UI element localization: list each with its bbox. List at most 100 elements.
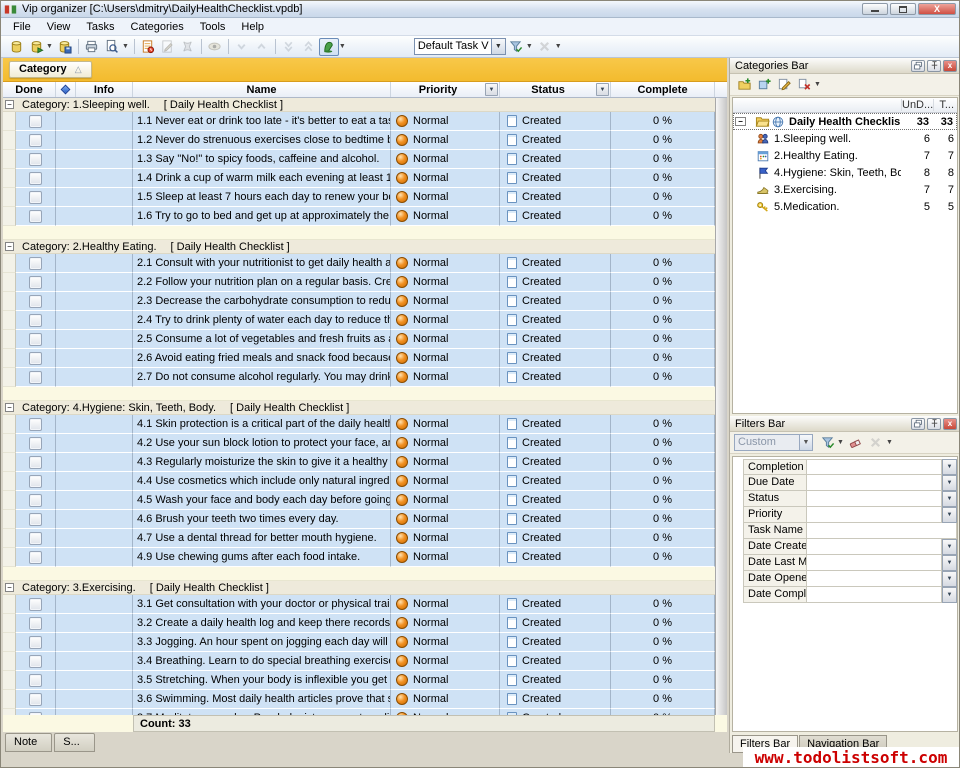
collapse-group-icon[interactable]: − — [5, 100, 14, 109]
add-category-button[interactable] — [754, 76, 774, 94]
task-checkbox[interactable] — [29, 295, 42, 308]
task-row[interactable]: 1.5 Sleep at least 7 hours each day to r… — [3, 188, 727, 207]
filter-value[interactable] — [807, 475, 942, 491]
column-header-priority-flag[interactable] — [56, 82, 76, 97]
task-checkbox[interactable] — [29, 371, 42, 384]
tree-item-3-exercising-[interactable]: 3.Exercising.77 — [733, 181, 957, 198]
close-button[interactable]: X — [918, 3, 956, 15]
task-row[interactable]: 4.7 Use a dental thread for better mouth… — [3, 529, 727, 548]
menu-view[interactable]: View — [39, 19, 79, 35]
filter-apply-dropdown-icon[interactable]: ▼ — [526, 43, 533, 50]
group-by-category-chip[interactable]: Category △ — [9, 61, 92, 78]
menu-help[interactable]: Help — [233, 19, 272, 35]
collapse-group-icon[interactable]: − — [5, 403, 14, 412]
save-database-button[interactable] — [55, 38, 75, 56]
column-header-complete[interactable]: Complete — [611, 82, 715, 97]
task-view-dropdown[interactable]: ▼ — [492, 38, 506, 55]
column-header-status[interactable]: Status▼ — [500, 82, 611, 97]
column-header-undone[interactable]: UnD... — [901, 99, 933, 111]
task-checkbox[interactable] — [29, 532, 42, 545]
panel-restore-button[interactable] — [911, 60, 925, 72]
collapse-group-icon[interactable]: − — [5, 583, 14, 592]
filter-value[interactable] — [807, 555, 942, 571]
panel-pin-button[interactable] — [927, 418, 941, 430]
panel-close-button[interactable]: x — [943, 418, 957, 430]
add-list-button[interactable] — [734, 76, 754, 94]
task-checkbox[interactable] — [29, 617, 42, 630]
filter-dropdown-button[interactable]: ▼ — [942, 587, 957, 603]
task-row[interactable]: 4.1 Skin protection is a critical part o… — [3, 415, 727, 434]
task-checkbox[interactable] — [29, 314, 42, 327]
task-checkbox[interactable] — [29, 456, 42, 469]
task-row[interactable]: 3.5 Stretching. When your body is inflex… — [3, 671, 727, 690]
task-row[interactable]: 1.4 Drink a cup of warm milk each evenin… — [3, 169, 727, 188]
task-row[interactable]: 3.1 Get consultation with your doctor or… — [3, 595, 727, 614]
collapse-tree-icon[interactable]: − — [735, 117, 746, 126]
task-checkbox[interactable] — [29, 153, 42, 166]
menu-tasks[interactable]: Tasks — [78, 19, 122, 35]
task-row[interactable]: 4.2 Use your sun block lotion to protect… — [3, 434, 727, 453]
column-header-info[interactable]: Info — [76, 82, 133, 97]
filter-value[interactable] — [807, 459, 942, 475]
panel-pin-button[interactable] — [927, 60, 941, 72]
task-row[interactable]: 1.1 Never eat or drink too late - it's b… — [3, 112, 727, 131]
remove-filter-dropdown-icon[interactable]: ▼ — [555, 43, 562, 50]
panel-close-button[interactable]: x — [943, 60, 957, 72]
filter-preset-dropdown[interactable]: ▼ — [800, 434, 813, 451]
task-row[interactable]: 1.3 Say "No!" to spicy foods, caffeine a… — [3, 150, 727, 169]
tree-item-4-hygiene--skin--teeth--body-[interactable]: 4.Hygiene: Skin, Teeth, Body.88 — [733, 164, 957, 181]
tree-item-daily-health-checklist[interactable]: −Daily Health Checklist3333 — [733, 113, 957, 130]
filter-dropdown-button[interactable]: ▼ — [942, 475, 957, 491]
category-group-header[interactable]: −Category: 1.Sleeping well.[ Daily Healt… — [3, 98, 727, 112]
task-row[interactable]: 2.6 Avoid eating fried meals and snack f… — [3, 349, 727, 368]
print-preview-dropdown-icon[interactable]: ▼ — [122, 43, 129, 50]
filter-value[interactable] — [807, 491, 942, 507]
panel-restore-button[interactable] — [911, 418, 925, 430]
task-checkbox[interactable] — [29, 674, 42, 687]
task-row[interactable]: 4.9 Use chewing gums after each food int… — [3, 548, 727, 567]
priority-filter-dropdown[interactable]: ▼ — [485, 83, 498, 96]
column-header-name[interactable]: Name — [133, 82, 391, 97]
menu-categories[interactable]: Categories — [123, 19, 192, 35]
task-checkbox[interactable] — [29, 210, 42, 223]
column-header-total[interactable]: T... — [933, 99, 957, 111]
filter-dropdown-button[interactable]: ▼ — [942, 571, 957, 587]
task-row[interactable]: 4.3 Regularly moisturize the skin to giv… — [3, 453, 727, 472]
print-button[interactable] — [82, 38, 102, 56]
task-row[interactable]: 2.2 Follow your nutrition plan on a regu… — [3, 273, 727, 292]
filter-value[interactable] — [807, 507, 942, 523]
task-checkbox[interactable] — [29, 134, 42, 147]
task-row[interactable]: 2.7 Do not consume alcohol regularly. Yo… — [3, 368, 727, 387]
task-row[interactable]: 1.2 Never do strenuous exercises close t… — [3, 131, 727, 150]
task-row[interactable]: 3.6 Swimming. Most daily health articles… — [3, 690, 727, 709]
task-row[interactable]: 2.4 Try to drink plenty of water each da… — [3, 311, 727, 330]
vertical-scrollbar[interactable] — [715, 98, 727, 715]
filter-dropdown-button[interactable]: ▼ — [942, 459, 957, 475]
filter-value[interactable] — [807, 587, 942, 603]
task-checkbox[interactable] — [29, 551, 42, 564]
new-database-button[interactable] — [6, 38, 26, 56]
tree-item-2-healthy-eating-[interactable]: 2.Healthy Eating.77 — [733, 147, 957, 164]
task-row[interactable]: 1.6 Try to go to bed and get up at appro… — [3, 207, 727, 226]
status-filter-dropdown[interactable]: ▼ — [596, 83, 609, 96]
task-checkbox[interactable] — [29, 333, 42, 346]
task-checkbox[interactable] — [29, 437, 42, 450]
maximize-button[interactable] — [890, 3, 916, 15]
task-checkbox[interactable] — [29, 418, 42, 431]
task-checkbox[interactable] — [29, 352, 42, 365]
task-row[interactable]: 3.4 Breathing. Learn to do special breat… — [3, 652, 727, 671]
menu-tools[interactable]: Tools — [192, 19, 234, 35]
remove-filter-dropdown-icon[interactable]: ▼ — [886, 439, 893, 446]
column-header-done[interactable]: Done — [3, 82, 56, 97]
task-checkbox[interactable] — [29, 513, 42, 526]
task-row[interactable]: 3.2 Create a daily health log and keep t… — [3, 614, 727, 633]
task-checkbox[interactable] — [29, 494, 42, 507]
task-checkbox[interactable] — [29, 115, 42, 128]
menu-file[interactable]: File — [5, 19, 39, 35]
task-checkbox[interactable] — [29, 598, 42, 611]
collapse-group-icon[interactable]: − — [5, 242, 14, 251]
tree-item-5-medication-[interactable]: 5.Medication.55 — [733, 198, 957, 215]
task-checkbox[interactable] — [29, 276, 42, 289]
filter-value[interactable] — [807, 539, 942, 555]
tab-s[interactable]: S... — [54, 733, 95, 752]
